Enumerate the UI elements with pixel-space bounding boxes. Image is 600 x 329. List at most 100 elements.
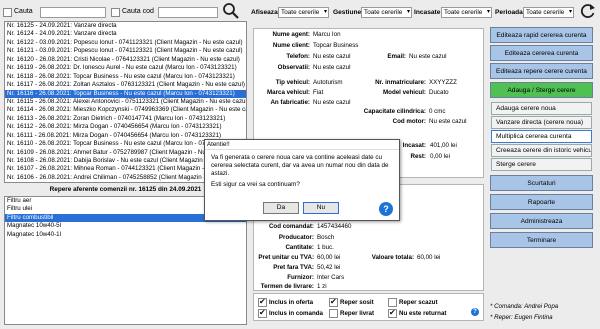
request-row[interactable]: Nr. 16122 - 03.09.2021: Popescu Ionut - … — [5, 39, 246, 47]
editeaza-cerere-button[interactable]: Editeaza cererea curenta — [490, 45, 593, 61]
cod-comandat-value: 1457434460 — [317, 223, 352, 230]
client-value: Topcar Business — [313, 42, 359, 49]
inclus-comanda-checkbox[interactable] — [258, 308, 267, 318]
reper-sosit-checkbox[interactable] — [329, 297, 338, 307]
request-row[interactable]: Nr. 16115 - 26.08.2021: Alexei Antonovic… — [5, 98, 246, 106]
capacitate-label: Capacitate cilindrica: — [363, 108, 426, 115]
request-row[interactable]: Nr. 16114 - 26.08.2021: Mieszko Kopczyns… — [5, 106, 246, 114]
cauta-cod-input[interactable] — [158, 7, 218, 18]
administreaza-button[interactable]: Administreaza — [490, 213, 593, 229]
gestiune-label: Gestiune: — [333, 9, 364, 16]
inclus-oferta-checkbox[interactable] — [258, 297, 267, 307]
search-icon[interactable] — [222, 2, 240, 20]
reper-scazut-checkbox[interactable] — [388, 298, 397, 307]
gestiune-value: Toate cererile — [364, 9, 403, 16]
marca-label: Marca vehicul: — [267, 89, 310, 96]
scurtaturi-button[interactable]: Scurtaturi — [490, 175, 593, 191]
reper-row[interactable]: Magnatec 10w40-5l — [5, 222, 246, 230]
cauta-cod-label: Cauta cod — [122, 8, 154, 15]
editeaza-rapid-button[interactable]: Editeaza rapid cererea curenta — [490, 27, 593, 43]
an-fabricatie-label: An fabricatie: — [270, 99, 310, 106]
rapoarte-button[interactable]: Rapoarte — [490, 194, 593, 210]
dialog-message: Va fi generata o cerere noua care va con… — [211, 154, 389, 178]
email-value: Nu este cazul — [409, 53, 447, 60]
cauta-checkbox[interactable] — [3, 8, 12, 17]
pret-unitar-value: 60,00 lei — [317, 254, 341, 261]
menu-adauga-cerere-noua[interactable]: Adauga cerere noua — [491, 102, 592, 115]
agent-label: Nume agent: — [272, 31, 310, 38]
help-icon[interactable]: ? — [471, 308, 479, 316]
menu-creeaza-din-istoric[interactable]: Creeaza cerere din istoric vehicul — [491, 144, 592, 157]
request-row[interactable]: Nr. 16112 - 26.08.2021: Mirza Dogan - 07… — [5, 123, 246, 131]
gestiune-select[interactable]: Toate cererile ▾ — [361, 7, 412, 18]
incasate-label: Incasate: — [414, 9, 443, 16]
reper-livrat-checkbox[interactable] — [329, 309, 338, 318]
inclus-comanda-label: Inclus in comanda — [269, 310, 323, 317]
cantitate-label: Cantitate: — [285, 244, 314, 251]
cantitate-value: 1 buc. — [317, 244, 334, 251]
dialog-yes-button[interactable]: Da — [263, 202, 299, 214]
reper-livrat-label: Reper livrat — [340, 310, 375, 317]
observatii-value: Nu este cazul — [313, 64, 351, 71]
footer-reper: * Reper: Eugen Fintina — [490, 314, 553, 321]
pret-fara-tva-value: 50,42 lei — [317, 264, 341, 271]
menu-multiplica-cerere[interactable]: Multiplica cererea curenta — [491, 130, 592, 143]
termen-value: 1 zi — [317, 283, 327, 290]
cod-motor-value: Nu este cazul — [429, 118, 467, 125]
request-row[interactable]: Nr. 16116 - 26.08.2021: Topcar Business … — [5, 89, 246, 98]
editeaza-repere-button[interactable]: Editeaza repere cerere curenta — [490, 63, 593, 79]
request-row[interactable]: Nr. 16113 - 26.08.2021: Zoran Dietrich -… — [5, 115, 246, 123]
request-row[interactable]: Nr. 16118 - 26.08.2021: Topcar Business … — [5, 73, 246, 81]
inclus-oferta-label: Inclus in oferta — [269, 299, 314, 306]
request-row[interactable]: Nr. 16117 - 26.08.2021: Zoltan Asztalos … — [5, 81, 246, 89]
footer-comanda: * Comanda: Andrei Popa — [490, 303, 559, 310]
perioada-value: Toate cererile — [526, 9, 565, 16]
reper-sosit-label: Reper sosit — [340, 299, 374, 306]
afiseaza-label: Afiseaza: — [251, 9, 280, 16]
client-label: Nume client: — [272, 42, 310, 49]
furnizor-label: Furnizor: — [287, 274, 314, 281]
adauga-sterge-button[interactable]: Adauga / Sterge cerere — [490, 82, 593, 98]
returnat-checkbox[interactable] — [388, 308, 397, 318]
request-row[interactable]: Nr. 16119 - 26.08.2021: Dr. Ionescu Aure… — [5, 64, 246, 72]
status-checks: Inclus in oferta Inclus in comanda Reper… — [253, 293, 484, 321]
valoare-totala-label: Valoare totala: — [371, 254, 414, 261]
cod-comandat-label: Cod comandat: — [268, 223, 314, 230]
dialog-question: Esti sigur ca vrei sa continuam? — [211, 181, 300, 188]
cauta-input[interactable] — [40, 7, 106, 18]
dialog-help-icon[interactable]: ? — [379, 202, 393, 216]
cod-motor-label: Cod motor: — [392, 118, 426, 125]
pret-fara-tva-label: Pret fara TVA: — [273, 264, 314, 271]
incasat-value: 401,00 lei — [430, 142, 457, 149]
request-row[interactable]: Nr. 16121 - 03.09.2021: Popescu Ionut - … — [5, 47, 246, 55]
request-row[interactable]: Nr. 16120 - 26.08.2021: Cristi Nicolae -… — [5, 56, 246, 64]
menu-sterge-cerere[interactable]: Sterge cerere — [491, 158, 592, 171]
request-row[interactable]: Nr. 16124 - 24.09.2021: Vanzare directa — [5, 30, 246, 38]
telefon-value: Nu este cazul — [313, 53, 351, 60]
returnat-label: Nu este returnat — [399, 310, 447, 317]
agent-value: Marcu Ion — [313, 31, 341, 38]
refresh-icon[interactable] — [579, 2, 597, 20]
dialog-no-button[interactable]: Nu — [303, 202, 339, 214]
dialog-title: Atentie!! — [205, 140, 399, 150]
reper-row[interactable]: Magnatec 10w40-1l — [5, 231, 246, 239]
incasate-value: Toate cererile — [444, 9, 483, 16]
afiseaza-value: Toate cererile — [281, 9, 320, 16]
incasate-select[interactable]: Toate cererile ▾ — [441, 7, 492, 18]
an-fabricatie-value: Nu este cazul — [313, 99, 351, 106]
nr-inmatriculare-label: Nr. inmatriculare: — [375, 79, 426, 86]
terminare-button[interactable]: Terminare — [490, 232, 593, 248]
capacitate-value: 0 cmc — [429, 108, 446, 115]
marca-value: Fiat — [313, 89, 324, 96]
cauta-label: Cauta — [14, 8, 33, 15]
tip-vehicul-label: Tip vehicul: — [275, 79, 310, 86]
request-row[interactable]: Nr. 16125 - 24.09.2021: Vanzare directa — [5, 22, 246, 30]
valoare-totala-value: 60,00 lei — [417, 254, 441, 261]
cauta-cod-checkbox[interactable] — [111, 8, 120, 17]
producator-value: Bosch — [317, 234, 335, 241]
menu-vanzare-directa[interactable]: Vanzare directa (cerere noua) — [491, 116, 592, 129]
model-value: Ducato — [429, 89, 449, 96]
afiseaza-select[interactable]: Toate cererile ▾ — [278, 7, 329, 18]
perioada-label: Perioada: — [495, 9, 526, 16]
perioada-select[interactable]: Toate cererile ▾ — [523, 7, 574, 18]
